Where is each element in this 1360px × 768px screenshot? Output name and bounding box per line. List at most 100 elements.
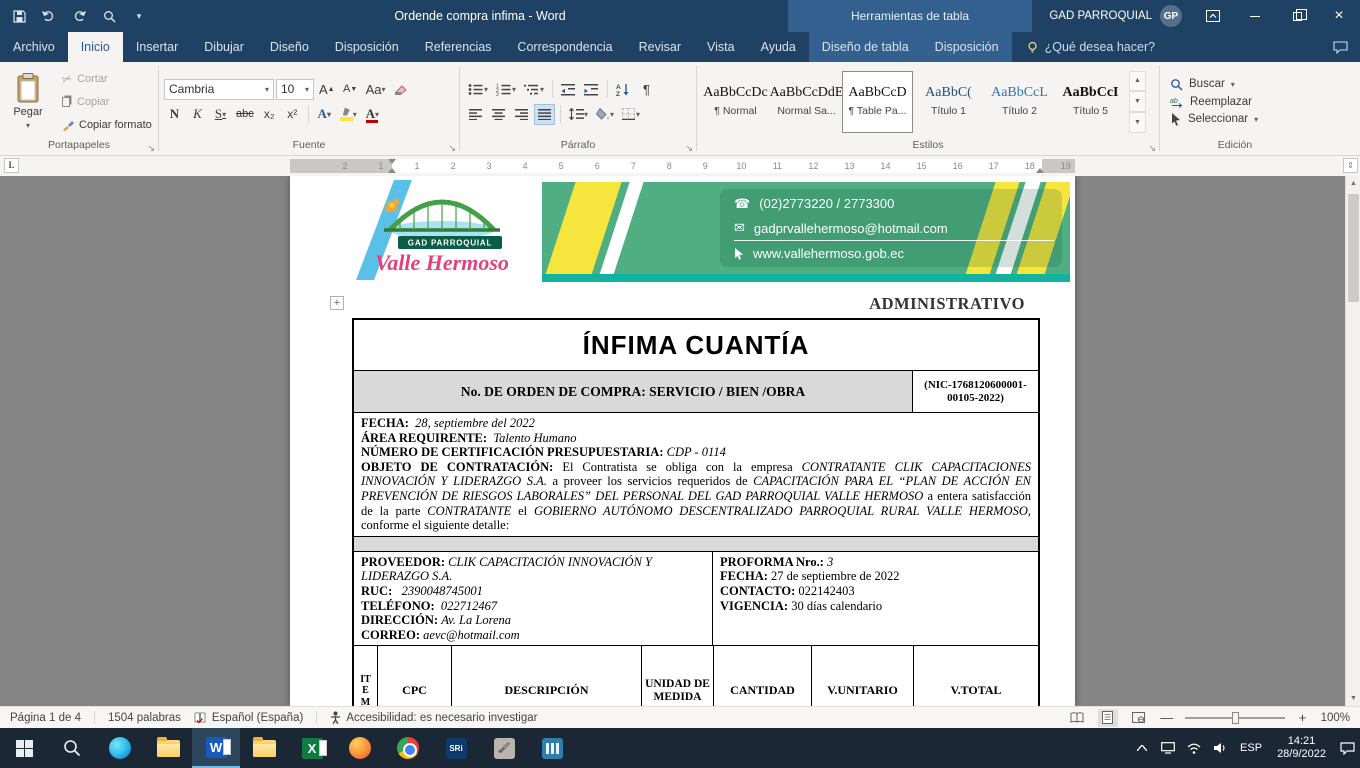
taskbar-chrome-button[interactable]	[384, 728, 432, 768]
style-titulo-1[interactable]: AaBbC( Título 1	[913, 71, 984, 133]
style-titulo-5[interactable]: AaBbCcI Título 5	[1055, 71, 1126, 133]
tab-archivo[interactable]: Archivo	[0, 32, 68, 62]
copy-button[interactable]: Copiar	[58, 92, 156, 112]
start-button[interactable]	[0, 728, 48, 768]
styles-scroll-down-icon[interactable]: ▼	[1129, 91, 1146, 112]
avatar[interactable]: GP	[1160, 5, 1182, 27]
clock[interactable]: 14:21 28/9/2022	[1269, 735, 1334, 761]
zoom-level[interactable]: 100%	[1321, 712, 1350, 724]
volume-icon[interactable]	[1207, 728, 1233, 768]
bullets-icon[interactable]: ▾	[465, 79, 491, 100]
monitor-icon[interactable]	[1155, 728, 1181, 768]
action-center-icon[interactable]	[1334, 728, 1360, 768]
taskbar-paint-button[interactable]: 🖌	[480, 728, 528, 768]
zoom-tool-icon[interactable]	[96, 4, 122, 28]
taskbar-edge-button[interactable]	[96, 728, 144, 768]
style-titulo-2[interactable]: AaBbCcL Título 2	[984, 71, 1055, 133]
table-move-handle[interactable]: +	[330, 296, 344, 310]
zoom-slider-thumb[interactable]	[1232, 712, 1239, 724]
tab-disposicion[interactable]: Disposición	[322, 32, 412, 62]
vertical-scrollbar[interactable]: ▲ ▼	[1345, 176, 1360, 706]
tab-vista[interactable]: Vista	[694, 32, 748, 62]
tab-referencias[interactable]: Referencias	[412, 32, 505, 62]
undo-icon[interactable]	[36, 4, 62, 28]
find-button[interactable]: Buscar▾	[1170, 78, 1258, 91]
redo-icon[interactable]	[66, 4, 92, 28]
subscript-button[interactable]: x₂	[259, 104, 280, 125]
taskbar-folder-button[interactable]	[240, 728, 288, 768]
tab-diseno[interactable]: Diseño	[257, 32, 322, 62]
word-count[interactable]: 1504 palabras	[108, 712, 181, 724]
styles-scroll-up-icon[interactable]: ▲	[1129, 71, 1146, 92]
page[interactable]: GAD PARROQUIAL Valle Hermoso ☎ (02)27732…	[290, 176, 1075, 706]
highlight-button[interactable]: ▾	[337, 104, 360, 125]
dialog-launcher-icon[interactable]: ↘	[1148, 144, 1156, 153]
read-mode-icon[interactable]	[1067, 709, 1087, 727]
shrink-font-button[interactable]: A▼	[340, 79, 361, 100]
bold-button[interactable]: N	[164, 104, 185, 125]
tell-me-search[interactable]: ¿Qué desea hacer?	[1026, 32, 1156, 62]
font-color-button[interactable]: A▾	[362, 104, 383, 125]
tab-revisar[interactable]: Revisar	[626, 32, 694, 62]
network-icon[interactable]	[1181, 728, 1207, 768]
zoom-out-icon[interactable]: —	[1160, 710, 1174, 725]
horizontal-ruler[interactable]: 21 12 34 56 78 910 1112 1314 1516 1718 1…	[290, 159, 1075, 173]
font-family-select[interactable]: Cambria▾	[164, 79, 274, 100]
page-indicator[interactable]: Página 1 de 4	[10, 712, 81, 724]
tab-disposicion-tabla[interactable]: Disposición	[922, 32, 1012, 62]
styles-gallery-more-icon[interactable]: ▼	[1129, 112, 1146, 133]
tray-expand-icon[interactable]	[1129, 728, 1155, 768]
account-info[interactable]: GAD PARROQUIAL GP	[1039, 5, 1192, 27]
replace-button[interactable]: ab Reemplazar	[1170, 96, 1258, 108]
font-size-select[interactable]: 10▾	[276, 79, 314, 100]
taskbar-file-explorer-button[interactable]	[144, 728, 192, 768]
scroll-up-icon[interactable]: ▲	[1346, 176, 1360, 191]
strikethrough-button[interactable]: abc	[233, 104, 257, 125]
underline-button[interactable]: S▾	[210, 104, 231, 125]
taskbar-search-button[interactable]	[48, 728, 96, 768]
increase-indent-icon[interactable]	[581, 79, 602, 100]
align-left-icon[interactable]	[465, 104, 486, 125]
grow-font-button[interactable]: A▲	[316, 79, 338, 100]
select-button[interactable]: Seleccionar▾	[1170, 113, 1258, 126]
change-case-button[interactable]: Aa▾	[363, 79, 389, 100]
style-normal[interactable]: AaBbCcDc ¶ Normal	[700, 71, 771, 133]
customize-quick-access-icon[interactable]: ▾	[126, 4, 152, 28]
numbering-icon[interactable]: 123▾	[493, 79, 519, 100]
borders-icon[interactable]: ▾	[619, 104, 643, 125]
feedback-icon[interactable]	[1333, 32, 1360, 62]
dialog-launcher-icon[interactable]: ↘	[685, 144, 693, 153]
show-marks-icon[interactable]: ¶	[636, 79, 657, 100]
ruler-toggle-icon[interactable]: ⇕	[1343, 158, 1358, 173]
zoom-slider[interactable]	[1185, 717, 1285, 719]
zoom-in-icon[interactable]: +	[1296, 710, 1310, 725]
tab-selector[interactable]: L	[4, 158, 19, 173]
text-effects-button[interactable]: A▾	[314, 104, 335, 125]
taskbar-app-grid-button[interactable]	[528, 728, 576, 768]
italic-button[interactable]: K	[187, 104, 208, 125]
format-painter-button[interactable]: Copiar formato	[58, 115, 156, 135]
sort-icon[interactable]: AZ	[613, 79, 634, 100]
clear-formatting-button[interactable]	[391, 79, 412, 100]
tab-dibujar[interactable]: Dibujar	[191, 32, 257, 62]
print-layout-icon[interactable]	[1098, 709, 1118, 727]
accessibility-status[interactable]: Accesibilidad: es necesario investigar	[330, 711, 537, 724]
scroll-down-icon[interactable]: ▼	[1346, 691, 1360, 706]
tab-diseno-de-tabla[interactable]: Diseño de tabla	[809, 32, 922, 62]
scrollbar-thumb[interactable]	[1348, 194, 1359, 302]
taskbar-sri-button[interactable]: SRi	[432, 728, 480, 768]
decrease-indent-icon[interactable]	[558, 79, 579, 100]
cut-button[interactable]: ✂ Cortar	[58, 69, 156, 89]
paste-button[interactable]: Pegar ▾	[0, 66, 56, 138]
tab-ayuda[interactable]: Ayuda	[748, 32, 809, 62]
save-icon[interactable]	[6, 4, 32, 28]
ribbon-display-options-icon[interactable]	[1192, 0, 1234, 32]
taskbar-firefox-button[interactable]	[336, 728, 384, 768]
align-right-icon[interactable]	[511, 104, 532, 125]
line-spacing-icon[interactable]: ▾	[566, 104, 591, 125]
justify-icon[interactable]	[534, 104, 555, 125]
align-center-icon[interactable]	[488, 104, 509, 125]
taskbar-word-button[interactable]: W	[192, 728, 240, 768]
taskbar-excel-button[interactable]: X	[288, 728, 336, 768]
dialog-launcher-icon[interactable]: ↘	[147, 144, 155, 153]
